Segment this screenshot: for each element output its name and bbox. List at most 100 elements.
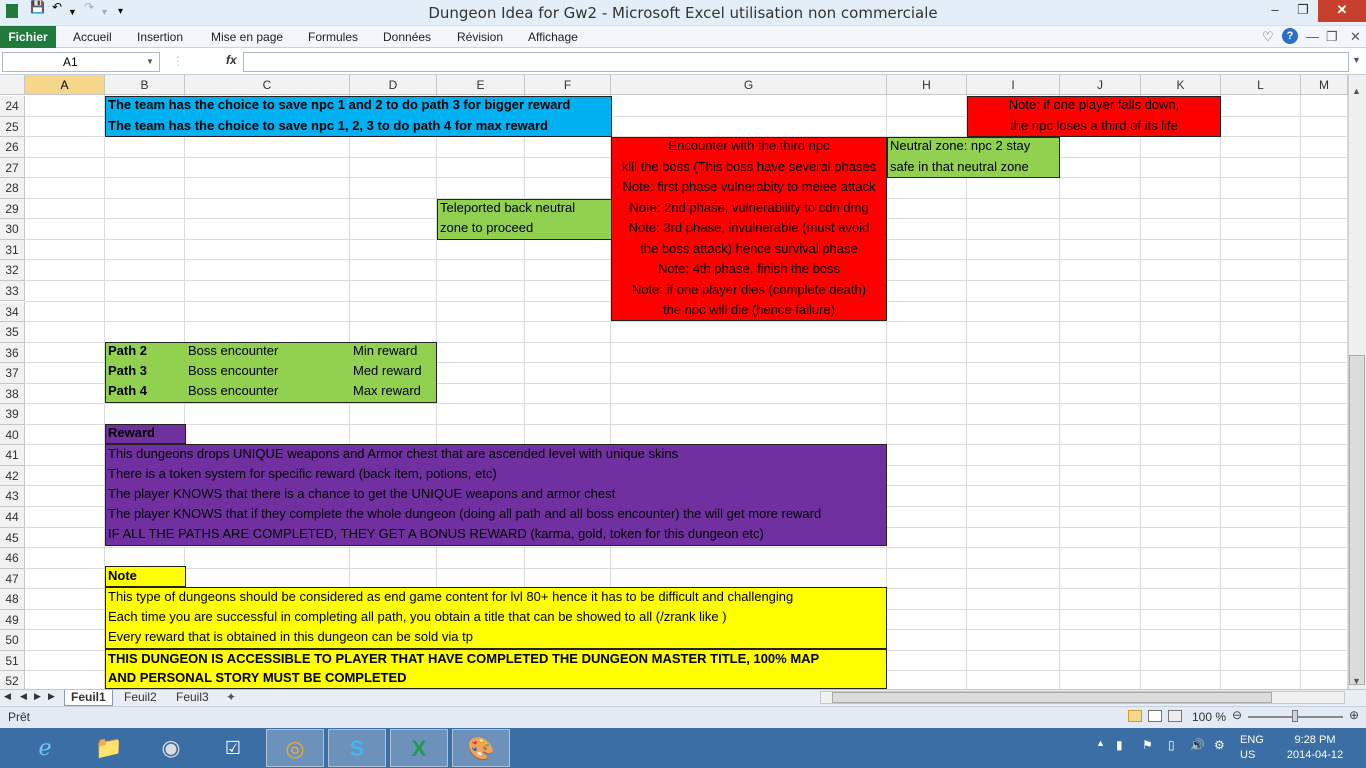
normal-view-icon[interactable] <box>1128 710 1142 722</box>
row-header-27[interactable]: 27 <box>0 157 25 179</box>
zoom-slider-thumb[interactable] <box>1292 710 1298 722</box>
row-header-47[interactable]: 47 <box>0 568 25 590</box>
tab-page-layout[interactable]: Mise en page <box>211 30 283 44</box>
row-header-37[interactable]: 37 <box>0 363 25 384</box>
select-all-corner[interactable] <box>0 75 25 95</box>
row-header-50[interactable]: 50 <box>0 630 25 651</box>
column-header-h[interactable]: H <box>887 75 967 95</box>
row-header-24[interactable]: 24 <box>0 96 25 117</box>
row-header-43[interactable]: 43 <box>0 486 25 507</box>
minimize-button[interactable]: – <box>1262 0 1288 22</box>
battery-icon[interactable]: ▯ <box>1168 738 1175 752</box>
chrome-icon[interactable]: ◎ <box>266 729 324 767</box>
row-header-26[interactable]: 26 <box>0 137 25 158</box>
zoom-in-icon[interactable]: ⊕ <box>1349 708 1359 722</box>
insert-function-icon[interactable]: fx <box>226 53 237 67</box>
row-header-28[interactable]: 28 <box>0 178 25 199</box>
signal-icon[interactable]: ▮ <box>1116 738 1123 752</box>
flag-icon[interactable]: ⚑ <box>1142 738 1153 752</box>
row-header-36[interactable]: 36 <box>0 342 25 364</box>
horizontal-scroll-thumb[interactable] <box>832 692 1272 703</box>
vertical-scroll-thumb[interactable] <box>1349 355 1365 685</box>
name-box[interactable]: A1 <box>2 52 160 72</box>
worksheet-grid[interactable]: ABCDEFGHIJKLM 24 25 26 27 28 29 30 31 32 33 34 35 36… <box>0 75 1348 689</box>
restore-button[interactable]: ❐ <box>1290 0 1316 22</box>
row-header-45[interactable]: 45 <box>0 527 25 549</box>
row-header-25[interactable]: 25 <box>0 116 25 138</box>
ie-icon[interactable]: ℯ <box>16 729 74 767</box>
scroll-down-icon[interactable]: ▼ <box>1352 676 1361 686</box>
row-header-51[interactable]: 51 <box>0 650 25 672</box>
scroll-up-icon[interactable]: ▲ <box>1352 86 1361 96</box>
column-header-c[interactable]: C <box>185 75 350 95</box>
sheet-tab-feuil3[interactable]: Feuil3 <box>170 690 215 706</box>
excel-icon[interactable]: X <box>390 729 448 767</box>
ribbon-collapse-icon[interactable]: ♡ <box>1262 29 1274 45</box>
formula-expand-icon[interactable]: ▼ <box>1352 55 1361 65</box>
column-header-d[interactable]: D <box>350 75 437 95</box>
row-header-44[interactable]: 44 <box>0 507 25 528</box>
workbook-close-icon[interactable]: ✕ <box>1350 29 1361 45</box>
close-button[interactable]: ✕ <box>1318 0 1366 22</box>
tab-insert[interactable]: Insertion <box>137 30 183 44</box>
row-header-32[interactable]: 32 <box>0 260 25 281</box>
row-header-30[interactable]: 30 <box>0 219 25 240</box>
workbook-minimize-icon[interactable]: — <box>1306 29 1319 44</box>
row-header-39[interactable]: 39 <box>0 404 25 425</box>
tray-expand-icon[interactable]: ▲ <box>1096 738 1105 748</box>
column-header-g[interactable]: G <box>611 75 887 95</box>
network-icon[interactable]: ⚙ <box>1214 738 1225 752</box>
page-layout-view-icon[interactable] <box>1148 710 1162 722</box>
media-icon[interactable]: ◉ <box>142 729 200 767</box>
sheet-tab-feuil2[interactable]: Feuil2 <box>118 690 163 706</box>
insert-sheet-icon[interactable]: ✦ <box>226 690 236 704</box>
explorer-icon[interactable]: 📁 <box>80 729 138 767</box>
paint-icon[interactable]: 🎨 <box>452 729 510 767</box>
tab-view[interactable]: Affichage <box>528 30 578 44</box>
workbook-restore-icon[interactable]: ❐ <box>1326 29 1338 45</box>
column-header-a[interactable]: A <box>25 75 105 95</box>
volume-icon[interactable]: 🔊 <box>1190 738 1205 752</box>
skype-icon[interactable]: S <box>328 729 386 767</box>
sheet-tab-feuil1[interactable]: Feuil1 <box>64 690 113 706</box>
row-header-34[interactable]: 34 <box>0 301 25 323</box>
tab-data[interactable]: Données <box>383 30 431 44</box>
last-sheet-icon[interactable]: ▶ <box>48 691 55 702</box>
tab-home[interactable]: Accueil <box>73 30 112 44</box>
page-break-view-icon[interactable] <box>1168 710 1182 722</box>
column-header-f[interactable]: F <box>525 75 611 95</box>
first-sheet-icon[interactable]: ◀ <box>4 691 11 702</box>
column-header-l[interactable]: L <box>1221 75 1301 95</box>
row-header-40[interactable]: 40 <box>0 424 25 446</box>
prev-sheet-icon[interactable]: ◀ <box>20 691 27 702</box>
column-header-m[interactable]: M <box>1301 75 1348 95</box>
row-header-35[interactable]: 35 <box>0 322 25 343</box>
column-header-k[interactable]: K <box>1141 75 1221 95</box>
clock[interactable]: 9:28 PM 2014-04-12 <box>1282 733 1348 763</box>
row-header-52[interactable]: 52 <box>0 671 25 689</box>
formula-input[interactable] <box>243 52 1349 72</box>
language-indicator[interactable]: ENG US <box>1240 733 1264 763</box>
row-header-46[interactable]: 46 <box>0 548 25 569</box>
tab-formulas[interactable]: Formules <box>308 30 358 44</box>
tab-file[interactable]: Fichier <box>0 26 56 48</box>
tab-review[interactable]: Révision <box>457 30 503 44</box>
column-header-e[interactable]: E <box>437 75 525 95</box>
row-header-33[interactable]: 33 <box>0 280 25 302</box>
row-header-31[interactable]: 31 <box>0 239 25 261</box>
name-box-dropdown-icon[interactable]: ▼ <box>146 57 154 66</box>
zoom-out-icon[interactable]: ⊖ <box>1232 708 1242 722</box>
row-header-29[interactable]: 29 <box>0 198 25 220</box>
row-header-42[interactable]: 42 <box>0 465 25 487</box>
column-header-b[interactable]: B <box>105 75 185 95</box>
row-header-49[interactable]: 49 <box>0 609 25 631</box>
column-header-j[interactable]: J <box>1060 75 1141 95</box>
help-app-icon[interactable]: ☑ <box>204 729 262 767</box>
row-header-41[interactable]: 41 <box>0 445 25 466</box>
row-header-38[interactable]: 38 <box>0 383 25 405</box>
row-header-48[interactable]: 48 <box>0 589 25 610</box>
column-header-i[interactable]: I <box>967 75 1060 95</box>
help-icon[interactable]: ? <box>1282 28 1298 44</box>
zoom-level[interactable]: 100 % <box>1192 710 1226 724</box>
next-sheet-icon[interactable]: ▶ <box>34 691 41 702</box>
